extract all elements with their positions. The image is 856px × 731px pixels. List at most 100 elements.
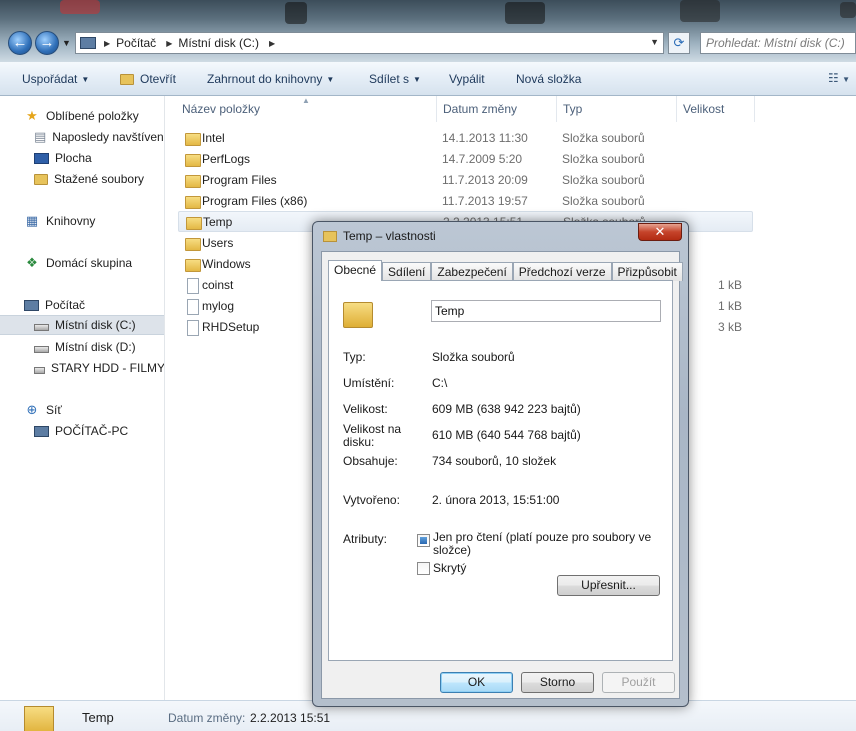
column-header-size[interactable]: Velikost <box>683 102 724 116</box>
refresh-button[interactable]: ⟳ <box>668 32 690 54</box>
file-name: PerfLogs <box>202 151 251 166</box>
sidebar-item-libraries[interactable]: ▦ Knihovny <box>0 211 164 231</box>
hidden-checkbox[interactable] <box>417 562 430 575</box>
column-divider[interactable] <box>754 96 755 122</box>
background-blot <box>285 2 307 24</box>
sidebar-item-network[interactable]: ⊕ Síť <box>0 400 164 420</box>
sidebar-item-pc[interactable]: POČÍTAČ-PC <box>0 421 164 441</box>
view-list-icon: ☷ <box>827 71 839 85</box>
created-value: 2. února 2013, 15:51:00 <box>432 493 560 507</box>
folder-icon <box>184 236 201 251</box>
sidebar-item-label: POČÍTAČ-PC <box>55 424 129 438</box>
sidebar-item-homegroup[interactable]: ❖ Domácí skupina <box>0 253 164 273</box>
organize-button[interactable]: Uspořádat ▼ <box>22 72 89 86</box>
change-view-button[interactable]: ☷ ▼ <box>828 71 850 85</box>
command-bar: Uspořádat ▼ Otevřít Zahrnout do knihovny… <box>0 62 856 96</box>
refresh-icon: ⟳ <box>673 35 685 50</box>
type-label: Typ: <box>343 350 366 364</box>
sidebar-item-desktop[interactable]: Plocha <box>0 148 164 168</box>
sort-ascending-icon: ▲ <box>302 96 310 105</box>
disk-size-value: 610 MB (640 544 768 bajtů) <box>432 428 581 442</box>
file-date: 14.1.2013 11:30 <box>442 130 528 145</box>
file-size: 1 kB <box>718 277 743 292</box>
tab-security[interactable]: Zabezpečení <box>431 262 513 281</box>
file-row[interactable]: Program Files (x86) 11.7.2013 19:57 Slož… <box>178 190 753 211</box>
breadcrumb-separator-icon[interactable]: ▶ <box>104 39 110 48</box>
apply-button[interactable]: Použít <box>602 672 675 693</box>
cancel-button[interactable]: Storno <box>521 672 594 693</box>
column-header-name[interactable]: Název položky <box>182 102 260 116</box>
sidebar-item-computer[interactable]: Počítač <box>0 295 164 315</box>
back-button[interactable]: ← <box>8 31 32 55</box>
column-divider[interactable] <box>676 96 677 122</box>
sidebar-item-favorites[interactable]: ★ Oblíbené položky <box>0 106 164 126</box>
ok-button[interactable]: OK <box>440 672 513 693</box>
sidebar-item-label: Knihovny <box>46 214 96 228</box>
readonly-label[interactable]: Jen pro čtení (platí pouze pro soubory v… <box>433 531 653 557</box>
file-name: Temp <box>203 214 233 229</box>
sidebar-item-label: Stažené soubory <box>54 172 145 186</box>
general-tab-page: Temp Typ: Složka souborů Umístění: C:\ V… <box>328 280 673 661</box>
include-in-library-button[interactable]: Zahrnout do knihovny ▼ <box>207 72 334 86</box>
sidebar-item-label: Domácí skupina <box>46 256 133 270</box>
divider <box>343 517 661 518</box>
sidebar-item-downloads[interactable]: Stažené soubory <box>0 169 164 189</box>
address-dropdown-icon[interactable]: ▼ <box>650 37 659 47</box>
file-date: 14.7.2009 5:20 <box>442 151 523 166</box>
divider <box>343 337 661 338</box>
background-blot <box>505 2 545 24</box>
sidebar-item-drive-c[interactable]: Místní disk (C:) <box>0 315 164 335</box>
sidebar-item-drive-d[interactable]: Místní disk (D:) <box>0 337 164 357</box>
close-button[interactable]: ✕ <box>638 223 682 241</box>
attributes-label: Atributy: <box>343 532 388 546</box>
column-header-date[interactable]: Datum změny <box>443 102 517 116</box>
share-with-button[interactable]: Sdílet s ▼ <box>369 72 421 86</box>
column-header-type[interactable]: Typ <box>563 102 582 116</box>
open-button[interactable]: Otevřít <box>120 72 176 86</box>
column-divider[interactable] <box>556 96 557 122</box>
dialog-title-bar[interactable]: Temp – vlastnosti <box>323 229 436 243</box>
folder-icon <box>120 73 134 85</box>
sidebar-item-recent[interactable]: ▤ Naposledy navštívené <box>0 127 164 147</box>
sidebar-item-external-drive[interactable]: STARY HDD - FILMY <box>0 358 164 378</box>
close-icon: ✕ <box>654 224 666 239</box>
breadcrumb-drive-c[interactable]: Místní disk (C:) <box>178 36 259 50</box>
chevron-down-icon: ▼ <box>81 74 90 84</box>
file-row[interactable]: Program Files 11.7.2013 20:09 Složka sou… <box>178 169 753 190</box>
search-input[interactable]: Prohledat: Místní disk (C:) <box>700 32 856 54</box>
file-type: Složka souborů <box>562 172 645 187</box>
address-bar[interactable]: ▶ Počítač ▶ Místní disk (C:) ▶ ▼ <box>75 32 664 54</box>
breadcrumb-computer[interactable]: Počítač <box>116 36 156 50</box>
tab-strip: Obecné Sdílení Zabezpečení Předchozí ver… <box>328 260 683 281</box>
folder-icon <box>323 230 337 242</box>
new-folder-button[interactable]: Nová složka <box>516 72 581 86</box>
hidden-label[interactable]: Skrytý <box>433 562 653 575</box>
tab-previous-versions[interactable]: Předchozí verze <box>512 262 612 281</box>
computer-icon <box>24 299 39 311</box>
computer-icon <box>34 425 49 437</box>
breadcrumb-separator-icon[interactable]: ▶ <box>269 39 275 48</box>
folder-icon <box>184 194 201 209</box>
readonly-checkbox[interactable] <box>417 534 430 547</box>
advanced-button[interactable]: Upřesnit... <box>557 575 660 596</box>
breadcrumb-separator-icon[interactable]: ▶ <box>166 39 172 48</box>
tab-general[interactable]: Obecné <box>328 260 383 281</box>
tab-sharing[interactable]: Sdílení <box>382 262 432 281</box>
details-date-label: Datum změny: <box>168 711 246 725</box>
file-row[interactable]: PerfLogs 14.7.2009 5:20 Složka souborů <box>178 148 753 169</box>
folder-icon <box>184 173 201 188</box>
folder-icon <box>343 297 373 328</box>
file-date: 11.7.2013 20:09 <box>442 172 528 187</box>
disk-size-label-line2: disku: <box>343 435 375 449</box>
recent-pages-dropdown[interactable]: ▼ <box>62 38 72 48</box>
file-name: Intel <box>202 130 225 145</box>
column-divider[interactable] <box>436 96 437 122</box>
folder-name-field[interactable]: Temp <box>431 300 661 322</box>
file-row[interactable]: Intel 14.1.2013 11:30 Složka souborů <box>178 127 753 148</box>
text-file-icon <box>184 277 200 294</box>
tab-customize[interactable]: Přizpůsobit <box>611 262 683 281</box>
forward-button[interactable]: → <box>35 31 59 55</box>
burn-button[interactable]: Vypálit <box>449 72 485 86</box>
file-name: Program Files (x86) <box>202 193 308 208</box>
homegroup-icon: ❖ <box>26 255 38 270</box>
